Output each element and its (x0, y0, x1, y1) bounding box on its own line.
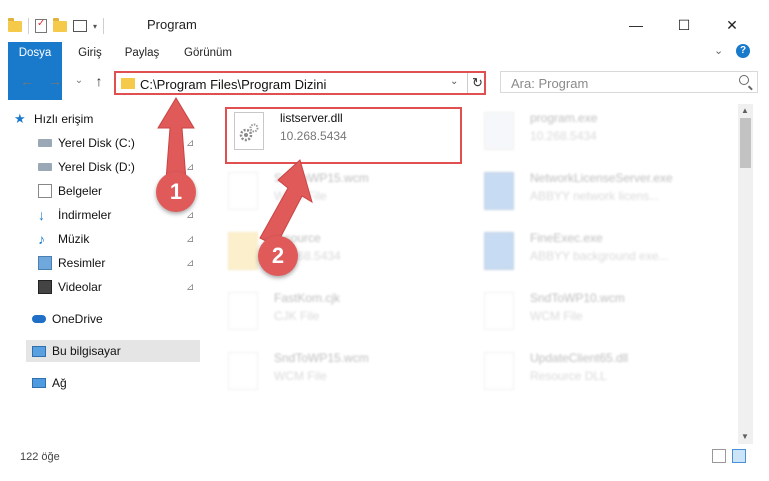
callout-step-1: 1 (156, 172, 196, 212)
callout-step-2: 2 (258, 236, 298, 276)
annotation-arrows (157, 97, 313, 247)
